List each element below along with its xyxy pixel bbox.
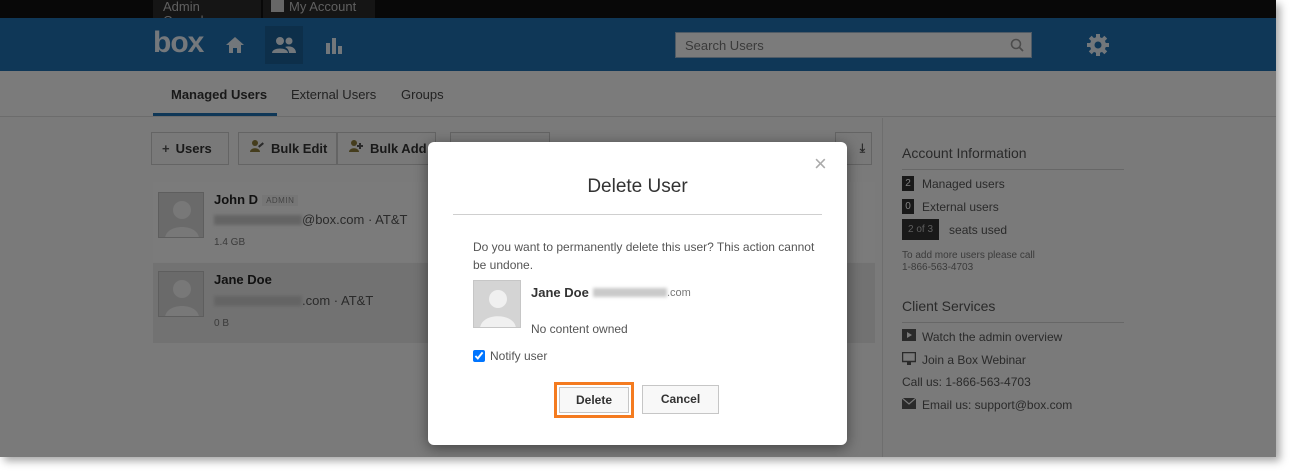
notify-user-checkbox[interactable] (473, 350, 485, 362)
dialog-user-name: Jane Doe (531, 285, 589, 300)
delete-highlight: Delete (554, 382, 634, 418)
dialog-user-email-suffix: .com (667, 287, 691, 299)
dialog-title: Delete User (587, 176, 688, 197)
notify-user-option[interactable]: Notify user (473, 349, 547, 363)
divider (453, 214, 822, 215)
notify-user-label: Notify user (490, 349, 548, 363)
no-content-owned-text: No content owned (531, 322, 628, 336)
confirmation-message: Do you want to permanently delete this u… (473, 240, 815, 272)
user-avatar (473, 280, 521, 328)
delete-user-dialog: × Delete User Do you want to permanently… (428, 142, 847, 445)
delete-button[interactable]: Delete (559, 387, 629, 413)
close-icon[interactable]: × (814, 153, 827, 175)
dialog-user-email: .com (593, 287, 691, 299)
admin-console-window: Admin Console My Account box Managed Use… (0, 0, 1276, 457)
cancel-button[interactable]: Cancel (642, 385, 719, 414)
redacted-email (593, 288, 667, 297)
